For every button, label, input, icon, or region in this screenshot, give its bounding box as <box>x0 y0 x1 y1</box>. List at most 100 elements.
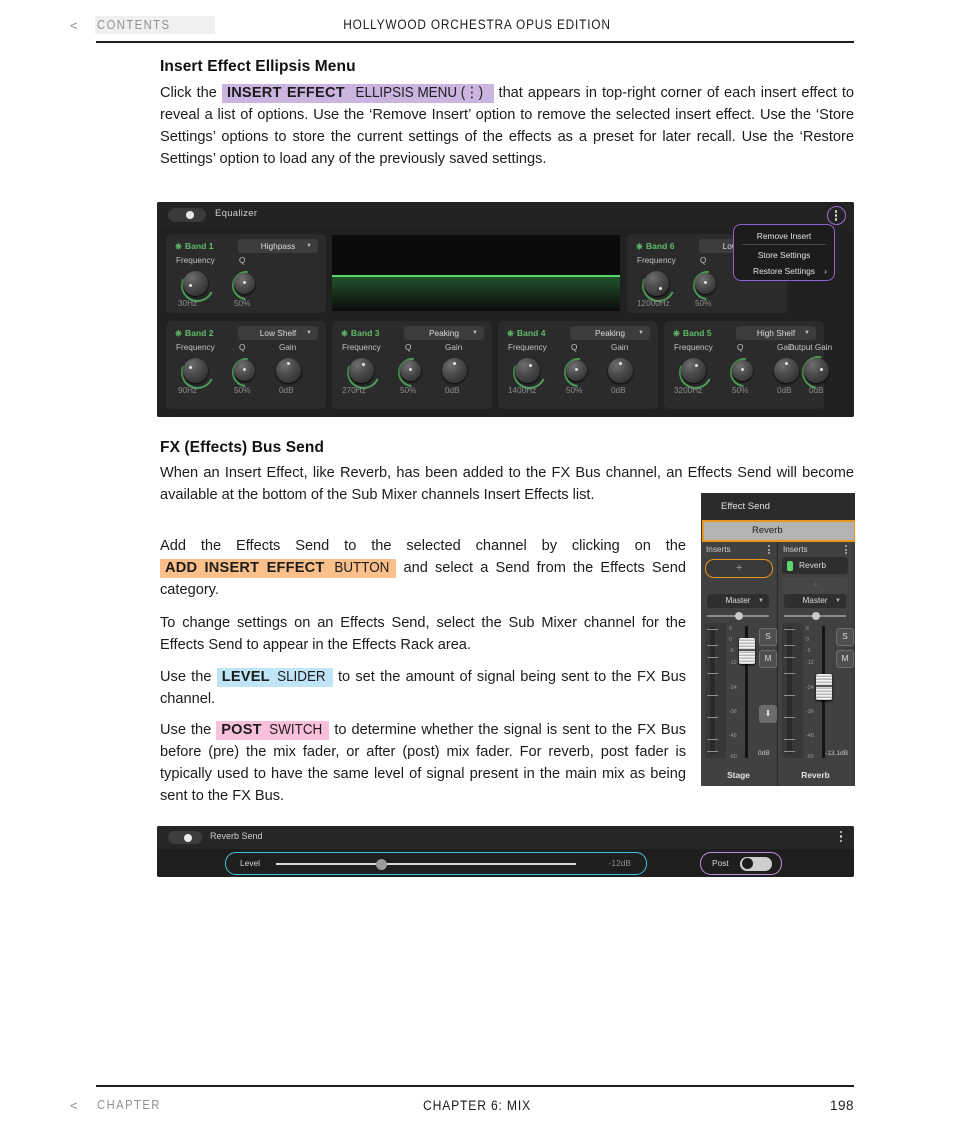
stage-pan-slider[interactable] <box>707 611 769 620</box>
header-divider <box>96 41 854 43</box>
eq-band-3-type-select[interactable]: Peaking ▼ <box>404 326 484 340</box>
eq-band-5-q-label: Q <box>737 343 744 352</box>
chevron-right-icon: › <box>824 266 827 276</box>
eq-band-2-q-knob[interactable] <box>234 360 255 381</box>
eq-band-4-q-knob[interactable] <box>566 360 587 381</box>
menu-item-store-settings[interactable]: Store Settings <box>734 250 834 260</box>
effect-send-reverb-option[interactable]: Reverb <box>702 520 855 542</box>
equalizer-title: Equalizer <box>215 208 258 219</box>
eq-band-2-type-select[interactable]: Low Shelf ▼ <box>238 326 318 340</box>
eq-band-5-frequency-knob[interactable] <box>681 358 706 383</box>
reverb-send-titlebar: Reverb Send <box>157 826 854 849</box>
highlight-strong: POST <box>221 722 262 738</box>
text-run: Click the <box>160 85 217 101</box>
stage-output-select[interactable]: Master ▼ <box>707 594 769 608</box>
reverb-output-select[interactable]: Master ▼ <box>784 594 846 608</box>
add-insert-effect-slot[interactable]: + <box>782 577 848 594</box>
eq-band-4[interactable]: ⎈ Band 4 Peaking ▼ Frequency Q Gain 1400Hz… <box>498 321 658 409</box>
pan-handle[interactable] <box>735 611 743 620</box>
chevron-down-icon: ▼ <box>306 243 312 249</box>
level-slider-handle[interactable] <box>376 858 387 870</box>
eq-band-1-type-select[interactable]: Highpass ▼ <box>238 239 318 253</box>
inserts-ellipsis-icon[interactable] <box>845 545 847 556</box>
power-icon[interactable]: ⎈ <box>673 328 680 339</box>
page-title: HOLLYWOOD ORCHESTRA OPUS EDITION <box>343 17 611 32</box>
eq-band-4-type-select[interactable]: Peaking ▼ <box>570 326 650 340</box>
eq-band-1-frequency-knob[interactable] <box>183 271 208 296</box>
eq-band-3-q-knob[interactable] <box>400 360 421 381</box>
inserts-label: Inserts <box>706 545 731 554</box>
menu-item-remove-insert[interactable]: Remove Insert <box>734 231 834 241</box>
reverb-db-value: -13.1dB <box>825 750 849 757</box>
eq-band-4-frequency-label: Frequency <box>508 343 547 352</box>
eq-band-3-gain-label: Gain <box>445 343 463 352</box>
eq-band-3-q-value: 50% <box>400 386 417 395</box>
menu-item-restore-settings[interactable]: Restore Settings › <box>734 266 834 276</box>
text-run: Use the <box>160 722 212 738</box>
eq-band-4-gain-value: 0dB <box>611 386 626 395</box>
chevron-down-icon: ▼ <box>758 598 764 604</box>
eq-band-6-q-knob[interactable] <box>695 273 716 294</box>
eq-curve-fill <box>332 277 620 311</box>
eq-band-5[interactable]: ⎈ Band 5 High Shelf ▼ Frequency Q Gain 320… <box>664 321 824 409</box>
eq-band-3[interactable]: ⎈ Band 3 Peaking ▼ Frequency Q Gain 270Hz … <box>332 321 492 409</box>
eq-band-2-frequency-knob[interactable] <box>183 358 208 383</box>
power-icon[interactable]: ⎈ <box>636 241 643 252</box>
reverb-send-ellipsis-icon[interactable] <box>839 831 842 844</box>
eq-band-1[interactable]: ⎈ Band 1 Highpass ▼ Frequency Q 30Hz 50% <box>166 234 326 313</box>
ellipsis-menu-icon[interactable] <box>827 206 846 225</box>
eq-band-5-frequency-label: Frequency <box>674 343 713 352</box>
stage-mute-button[interactable]: M <box>759 650 777 668</box>
eq-band-3-frequency-knob[interactable] <box>349 358 374 383</box>
reverb-mute-button[interactable]: M <box>836 650 854 668</box>
eq-band-4-frequency-knob[interactable] <box>515 358 540 383</box>
stage-download-button[interactable]: ⬇ <box>759 705 777 723</box>
reverb-insert-slot[interactable]: Reverb <box>782 557 848 574</box>
eq-band-3-gain-value: 0dB <box>445 386 460 395</box>
inserts-ellipsis-icon[interactable] <box>768 545 770 556</box>
eq-band-4-label: ⎈ Band 4 <box>507 328 546 339</box>
eq-band-2-label: ⎈ Band 2 <box>175 328 214 339</box>
level-label: Level <box>240 858 261 868</box>
stage-db-value: 0dB <box>758 750 770 757</box>
equalizer-power-toggle[interactable] <box>168 208 206 222</box>
power-icon[interactable]: ⎈ <box>175 241 182 252</box>
power-icon[interactable]: ⎈ <box>341 328 348 339</box>
chevron-down-icon: ▼ <box>306 330 312 336</box>
reverb-volume-fader-handle[interactable] <box>816 674 832 700</box>
add-insert-effect-button[interactable]: + <box>705 559 773 578</box>
pan-handle[interactable] <box>812 611 820 620</box>
effect-send-reverb-label: Reverb <box>752 525 783 536</box>
post-toggle[interactable] <box>740 856 772 871</box>
power-icon[interactable]: ⎈ <box>507 328 514 339</box>
eq-band-2-frequency-value: 90Hz <box>178 386 198 395</box>
eq-output-gain-knob[interactable] <box>804 358 829 383</box>
level-slider[interactable]: Level -12dB <box>225 852 647 875</box>
eq-band-2-gain-knob[interactable] <box>276 358 301 383</box>
eq-band-5-q-knob[interactable] <box>732 360 753 381</box>
eq-band-4-gain-knob[interactable] <box>608 358 633 383</box>
mixer-channel-stage: Inserts + Master ▼ 6 0 -6 -12 -24 -36 -48 <box>701 542 777 786</box>
eq-band-2-gain-label: Gain <box>279 343 297 352</box>
highlight-insert-effect-ellipsis-menu: INSERT EFFECT ELLIPSIS MENU (⋮) <box>221 84 494 103</box>
stage-channel-name: Stage <box>727 770 750 780</box>
reverb-pan-slider[interactable] <box>784 611 846 620</box>
eq-response-graph <box>332 235 620 311</box>
inserts-label: Inserts <box>783 545 808 554</box>
level-slider-track[interactable] <box>276 863 576 865</box>
eq-band-5-type-select[interactable]: High Shelf ▼ <box>736 326 816 340</box>
reverb-send-power-toggle[interactable] <box>168 831 202 844</box>
eq-band-1-q-knob[interactable] <box>234 273 255 294</box>
eq-band-6-frequency-knob[interactable] <box>644 271 669 296</box>
highlight-strong: INSERT EFFECT <box>226 85 345 101</box>
post-switch[interactable]: Post <box>700 852 782 875</box>
reverb-solo-button[interactable]: S <box>836 628 854 646</box>
eq-band-2[interactable]: ⎈ Band 2 Low Shelf ▼ Frequency Q Gain 90Hz… <box>166 321 326 409</box>
eq-band-5-gain-knob[interactable] <box>774 358 799 383</box>
eq-band-3-gain-knob[interactable] <box>442 358 467 383</box>
stage-solo-button[interactable]: S <box>759 628 777 646</box>
insert-enabled-led-icon[interactable] <box>787 560 793 571</box>
stage-volume-fader-handle[interactable] <box>739 638 755 664</box>
power-icon[interactable]: ⎈ <box>175 328 182 339</box>
highlight-strong: ADD INSERT EFFECT <box>165 560 325 576</box>
